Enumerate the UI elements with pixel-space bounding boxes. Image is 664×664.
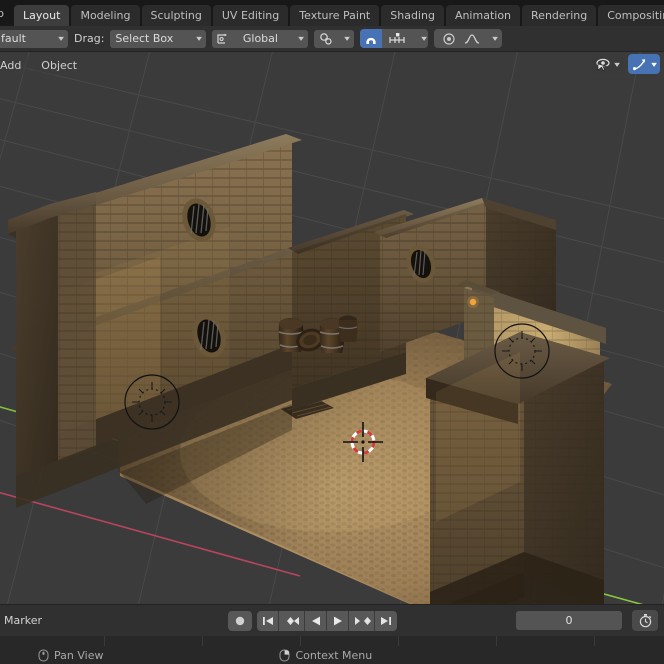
barrel xyxy=(338,315,358,342)
falloff-dropdown[interactable] xyxy=(460,29,485,48)
auto-keying-button[interactable] xyxy=(632,610,658,631)
proportional-edit-icon xyxy=(319,32,333,46)
mode-dropdown-value: fault xyxy=(1,32,26,45)
show-gizmo-icon xyxy=(632,57,648,71)
snap-magnet-icon xyxy=(364,32,378,46)
workspace-tab-uv-editing[interactable]: UV Editing xyxy=(212,5,289,26)
viewport-menu-add[interactable]: Add xyxy=(0,55,30,75)
viewport-canvas xyxy=(0,52,664,604)
workspace-tab-rendering[interactable]: Rendering xyxy=(522,5,597,26)
help-menu-stub[interactable]: lp xyxy=(0,7,8,26)
chevron-down-icon: ▾ xyxy=(421,34,428,43)
status-pan-view: Pan View xyxy=(38,649,103,662)
snap-to-dropdown[interactable]: ▾ xyxy=(314,29,355,48)
workspace-tab-modeling[interactable]: Modeling xyxy=(71,5,140,26)
current-frame-value: 0 xyxy=(565,614,573,627)
left-pillar-face xyxy=(16,210,58,476)
blender-window: lp Layout Modeling Sculpting UV Editing … xyxy=(0,0,664,664)
top-bar: lp Layout Modeling Sculpting UV Editing … xyxy=(0,0,664,26)
workspace-tab-shading[interactable]: Shading xyxy=(381,5,444,26)
workspace-tab-sculpting[interactable]: Sculpting xyxy=(141,5,211,26)
play-reverse-button[interactable] xyxy=(305,610,327,631)
falloff-chevron[interactable]: ▾ xyxy=(484,29,499,48)
chevron-down-icon: ▾ xyxy=(492,34,499,43)
snap-options-chevron[interactable]: ▾ xyxy=(412,29,429,48)
mouse-middle-icon xyxy=(38,649,49,662)
current-frame-field[interactable]: 0 xyxy=(516,611,622,630)
next-keyframe-button[interactable] xyxy=(349,610,375,631)
show-gizmo-button[interactable]: ▾ xyxy=(627,54,660,74)
timeline-marker-menu[interactable]: Marker xyxy=(4,614,42,627)
chevron-down-icon: ▾ xyxy=(298,34,305,43)
chevron-down-icon: ▾ xyxy=(196,34,203,43)
proportional-group: ▾ xyxy=(434,29,503,48)
chevron-down-icon: ▾ xyxy=(614,59,620,69)
timeline-ruler[interactable] xyxy=(0,636,664,646)
snap-target-dropdown[interactable] xyxy=(382,29,413,48)
play-button[interactable] xyxy=(327,610,349,631)
viewport-menu-object[interactable]: Object xyxy=(33,55,86,75)
mouse-right-icon xyxy=(279,649,290,662)
proportional-editing-toggle[interactable] xyxy=(438,29,461,48)
stopwatch-icon xyxy=(638,613,653,628)
drag-mode-dropdown[interactable]: Select Box ▾ xyxy=(110,29,207,48)
previous-keyframe-button[interactable] xyxy=(279,610,305,631)
status-pan-view-label: Pan View xyxy=(54,648,104,662)
status-bar: Pan View Context Menu xyxy=(0,646,664,664)
snap-toggle-button[interactable] xyxy=(360,29,383,48)
jump-to-start-button[interactable] xyxy=(257,610,279,631)
playback-controls xyxy=(228,610,397,631)
workspace-tab-layout[interactable]: Layout xyxy=(14,5,70,26)
chevron-down-icon: ▾ xyxy=(651,59,657,69)
status-context-menu: Context Menu xyxy=(279,649,372,662)
visibility-selectability-button[interactable]: ▾ xyxy=(590,54,623,74)
workspace-tab-compositing[interactable]: Compositing xyxy=(598,5,664,26)
drag-mode-value: Select Box xyxy=(115,32,174,45)
viewport-overlay-buttons: ▾ ▾ xyxy=(586,54,660,74)
chevron-down-icon: ▾ xyxy=(58,34,64,43)
3d-viewport[interactable]: Add Object ▾ ▾ xyxy=(0,52,664,604)
record-keyframe-button[interactable] xyxy=(228,610,252,631)
viewport-header: Add Object xyxy=(0,52,664,78)
status-context-menu-label: Context Menu xyxy=(295,648,373,662)
transform-orientation-dropdown[interactable]: Global ▾ xyxy=(212,29,309,48)
falloff-curve-icon xyxy=(464,32,480,46)
transform-orientation-icon xyxy=(215,32,229,46)
mode-dropdown[interactable]: fault ▾ xyxy=(0,29,68,48)
workspace-tab-animation[interactable]: Animation xyxy=(445,5,521,26)
drag-label: Drag: xyxy=(74,32,105,45)
tool-settings-row: fault ▾ Drag: Select Box ▾ Global ▾ ▾ ▾ … xyxy=(0,26,664,52)
chevron-down-icon: ▾ xyxy=(344,34,351,43)
pivot-point-icon xyxy=(442,32,456,46)
transform-orientation-value: Global xyxy=(242,32,278,45)
jump-to-end-button[interactable] xyxy=(375,610,397,631)
workspace-tabs: Layout Modeling Sculpting UV Editing Tex… xyxy=(14,0,664,26)
timeline-header: Marker 0 xyxy=(0,604,664,636)
workspace-tab-texture-paint[interactable]: Texture Paint xyxy=(290,5,380,26)
snap-increment-icon xyxy=(387,32,407,46)
visibility-selectability-icon xyxy=(595,57,611,71)
snap-group: ▾ xyxy=(360,29,429,48)
